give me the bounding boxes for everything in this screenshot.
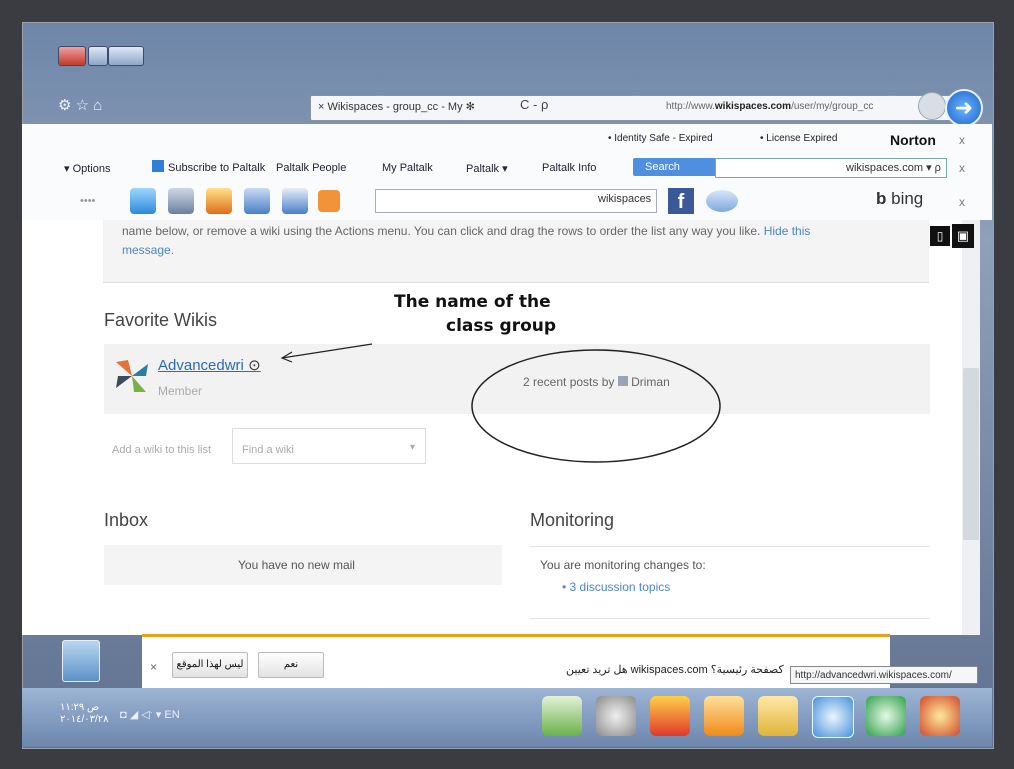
media-icon[interactable] [596,696,636,736]
ie-icon[interactable] [812,696,854,738]
clock-time: ص ١١:٢٩ [60,702,100,713]
clock[interactable]: ص ١١:٢٩ ٢٠١٤/٠٣/٢٨ [60,702,109,726]
notification-message: هل تريد تعيين wikispaces.com كصفحة رئيسي… [566,664,784,676]
url-tooltip: http://advancedwri.wikispaces.com/ [790,666,978,684]
yes-button[interactable]: نعم [258,652,324,678]
annotation-ellipse [471,349,721,463]
player-icon[interactable] [704,696,744,736]
gadget-icon[interactable] [62,640,100,682]
system-tray[interactable]: ◘ ◢ ◁ˑ ▾ EN [120,708,180,721]
chrome-icon[interactable] [920,696,960,736]
folder-icon[interactable] [758,696,798,736]
leaf-app-icon[interactable] [542,696,582,736]
not-for-this-site-button[interactable]: ليس لهذا الموقع [172,652,248,678]
firefox-icon[interactable] [650,696,690,736]
close-icon[interactable]: × [150,660,157,674]
green-app-icon[interactable] [866,696,906,736]
annotation-arrow-line [281,343,373,359]
clock-date: ٢٠١٤/٠٣/٢٨ [60,714,109,725]
